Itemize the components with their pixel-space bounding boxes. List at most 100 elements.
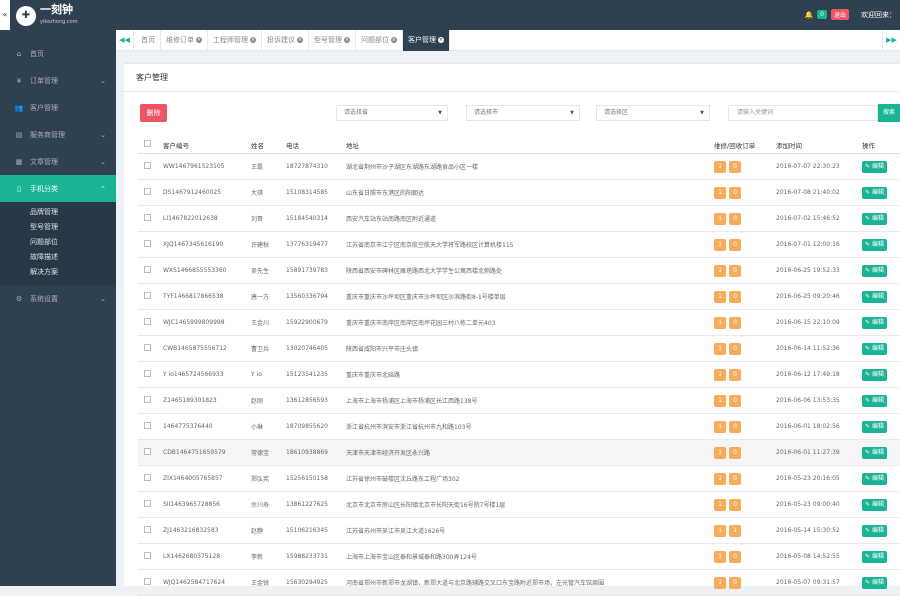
row-checkbox[interactable] (144, 292, 151, 299)
sidebar-subitem[interactable]: 故障描述 (0, 250, 116, 265)
tab-4[interactable]: 型号管理 × (309, 30, 356, 51)
row-checkbox[interactable] (144, 474, 151, 481)
edit-button[interactable]: ✎ 编辑 (862, 238, 887, 251)
sidebar-item-6[interactable]: ⚙ 系统设置 ⌄ (0, 285, 116, 312)
column-header[interactable]: 维修/回收订单 (714, 140, 776, 150)
sidebar-subitem[interactable]: 问题部位 (0, 235, 116, 250)
row-checkbox[interactable] (144, 214, 151, 221)
row-checkbox[interactable] (144, 552, 151, 559)
table-row[interactable]: ZJ1463216832583 赵静 15106216345 江苏省苏州市吴江市吴江大… (138, 518, 900, 544)
close-icon[interactable]: × (438, 37, 444, 43)
table-row[interactable]: TYF1466817866538 唐一方 13560336794 重庆市重庆市沙坪坝区… (138, 284, 900, 310)
column-header[interactable]: 姓名 (251, 140, 286, 150)
edit-button[interactable]: ✎ 编辑 (862, 368, 887, 381)
district-select[interactable]: 请选择区 ▼ (596, 105, 710, 121)
column-header[interactable]: 客户编号 (163, 140, 251, 150)
repair-order-count[interactable]: 1 (714, 394, 726, 407)
tab-6[interactable]: 客户管理 × (403, 30, 450, 51)
repair-order-count[interactable]: 1 (714, 238, 726, 251)
repair-order-count[interactable]: 1 (714, 264, 726, 277)
recycle-order-count[interactable]: 0 (729, 446, 741, 459)
repair-order-count[interactable]: 1 (714, 498, 726, 511)
search-button[interactable]: 搜索 (878, 104, 900, 122)
recycle-order-count[interactable]: 0 (729, 316, 741, 329)
repair-order-count[interactable]: 1 (714, 186, 726, 199)
close-icon[interactable]: × (250, 37, 256, 43)
row-checkbox[interactable] (144, 422, 151, 429)
recycle-order-count[interactable]: 0 (729, 394, 741, 407)
repair-order-count[interactable]: 1 (714, 342, 726, 355)
edit-button[interactable]: ✎ 编辑 (862, 550, 887, 563)
row-checkbox[interactable] (144, 344, 151, 351)
recycle-order-count[interactable]: 0 (729, 342, 741, 355)
sidebar-subitem[interactable]: 品牌管理 (0, 205, 116, 220)
repair-order-count[interactable]: 1 (714, 524, 726, 537)
row-checkbox[interactable] (144, 266, 151, 273)
repair-order-count[interactable]: 1 (714, 160, 726, 173)
recycle-order-count[interactable]: 1 (729, 524, 741, 537)
recycle-order-count[interactable]: 0 (729, 212, 741, 225)
edit-button[interactable]: ✎ 编辑 (862, 524, 887, 537)
table-row[interactable]: WJQ1462584717624 王金锐 15630294925 河南省郑州市新郑市龙… (138, 570, 900, 596)
tab-2[interactable]: 工程师管理 × (208, 30, 262, 51)
sidebar-item-0[interactable]: ⌂ 首页 (0, 40, 116, 67)
tab-scroll-right-button[interactable]: ▶▶ (882, 30, 900, 51)
table-row[interactable]: 1464775376440 小琳 18709855620 浙江省杭州市滨安市浙江省杭州… (138, 414, 900, 440)
repair-order-count[interactable]: 1 (714, 472, 726, 485)
edit-button[interactable]: ✎ 编辑 (862, 160, 887, 173)
edit-button[interactable]: ✎ 编辑 (862, 472, 887, 485)
tab-3[interactable]: 投诉建议 × (262, 30, 309, 51)
tab-scroll-left-button[interactable]: ◀◀ (116, 30, 134, 51)
close-icon[interactable]: × (196, 37, 202, 43)
edit-button[interactable]: ✎ 编辑 (862, 394, 887, 407)
row-checkbox[interactable] (144, 240, 151, 247)
recycle-order-count[interactable]: 0 (729, 238, 741, 251)
recycle-order-count[interactable]: 0 (729, 472, 741, 485)
city-select[interactable]: 请选择市 ▼ (466, 105, 580, 121)
edit-button[interactable]: ✎ 编辑 (862, 420, 887, 433)
repair-order-count[interactable]: 1 (714, 212, 726, 225)
row-checkbox[interactable] (144, 396, 151, 403)
table-row[interactable]: LI1467822012638 刘哥 15184540314 西安汽车站东站南路南区附… (138, 206, 900, 232)
table-row[interactable]: Z1465189301823 赵刚 13612856593 上海市上海市杨浦区上海市杨… (138, 388, 900, 414)
sidebar-item-1[interactable]: ¥ 订单管理 ⌄ (0, 67, 116, 94)
delete-button[interactable]: 删除 (140, 104, 167, 122)
tab-1[interactable]: 维修订单 × (161, 30, 208, 51)
sidebar-item-4[interactable]: ▦ 文章管理 ⌄ (0, 148, 116, 175)
table-row[interactable]: WXS1466855553360 吴先生 15891739783 陕西省西安市碑林区雁… (138, 258, 900, 284)
close-icon[interactable]: × (297, 37, 303, 43)
tab-5[interactable]: 问题部位 × (356, 30, 403, 51)
recycle-order-count[interactable]: 0 (729, 264, 741, 277)
edit-button[interactable]: ✎ 编辑 (862, 264, 887, 277)
edit-button[interactable]: ✎ 编辑 (862, 498, 887, 511)
row-checkbox[interactable] (144, 162, 151, 169)
repair-order-count[interactable]: 1 (714, 316, 726, 329)
recycle-order-count[interactable]: 0 (729, 420, 741, 433)
recycle-order-count[interactable]: 0 (729, 290, 741, 303)
recycle-order-count[interactable]: 0 (729, 576, 741, 589)
edit-button[interactable]: ✎ 编辑 (862, 342, 887, 355)
repair-order-count[interactable]: 1 (714, 368, 726, 381)
table-row[interactable]: ZIX1464005765857 郑弘宪 15256150158 江苏省徐州市鼓楼区沈… (138, 466, 900, 492)
repair-order-count[interactable]: 1 (714, 290, 726, 303)
table-row[interactable]: WW1467961523105 王磊 18727874310 湖北省荆州市沙子湖区东湖… (138, 154, 900, 180)
sidebar-item-5[interactable]: ▯ 手机分类 ⌃ (0, 175, 116, 202)
row-checkbox[interactable] (144, 448, 151, 455)
province-select[interactable]: 请选择省 ▼ (336, 105, 448, 121)
edit-button[interactable]: ✎ 编辑 (862, 212, 887, 225)
repair-order-count[interactable]: 1 (714, 446, 726, 459)
row-checkbox[interactable] (144, 578, 151, 585)
recycle-order-count[interactable]: 0 (729, 160, 741, 173)
sidebar-item-3[interactable]: ▤ 服务商管理 ⌄ (0, 121, 116, 148)
row-checkbox[interactable] (144, 526, 151, 533)
table-row[interactable]: CDB1464751659579 常德宝 18610938869 天津市天津市经济开发… (138, 440, 900, 466)
row-checkbox[interactable] (144, 318, 151, 325)
row-checkbox[interactable] (144, 370, 151, 377)
edit-button[interactable]: ✎ 编辑 (862, 316, 887, 329)
table-row[interactable]: SII1463965728856 佘川寿 13861227625 北京市北京市房山区长… (138, 492, 900, 518)
sidebar-subitem[interactable]: 型号管理 (0, 220, 116, 235)
edit-button[interactable]: ✎ 编辑 (862, 290, 887, 303)
repair-order-count[interactable]: 1 (714, 420, 726, 433)
table-row[interactable]: DS1467912460025 大琪 15108314585 山东省日照市东港区的阳朝… (138, 180, 900, 206)
recycle-order-count[interactable]: 0 (729, 186, 741, 199)
